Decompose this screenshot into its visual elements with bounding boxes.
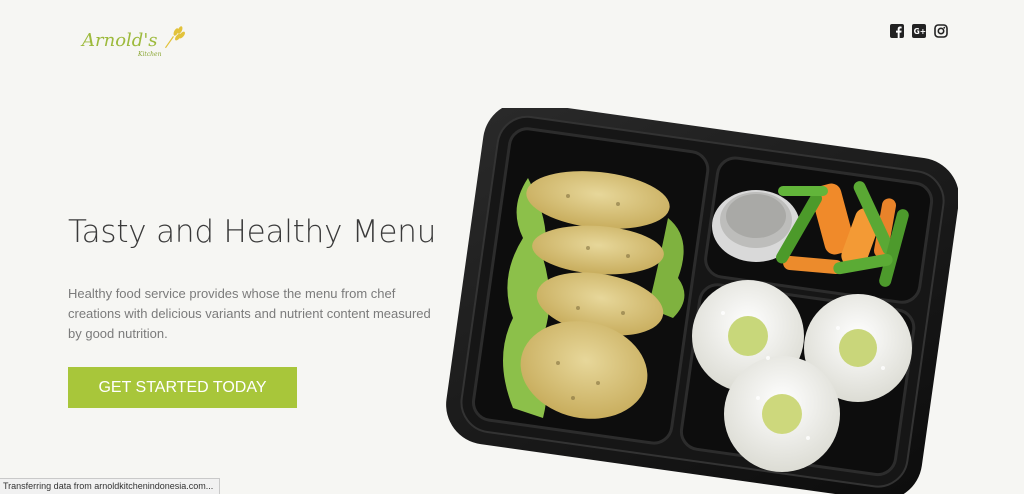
svg-text:G+: G+ bbox=[913, 27, 925, 36]
social-links: G+ bbox=[889, 23, 948, 38]
brand-logo[interactable]: Arnold's Kitchen bbox=[80, 22, 190, 60]
status-bar: Transferring data from arnoldkitchenindo… bbox=[0, 478, 221, 494]
instagram-icon[interactable] bbox=[933, 23, 948, 38]
facebook-icon[interactable] bbox=[889, 23, 904, 38]
hero-description: Healthy food service provides whose the … bbox=[68, 286, 431, 341]
logo-graphic: Arnold's Kitchen bbox=[80, 26, 185, 58]
logo-text: Arnold's bbox=[80, 30, 158, 51]
hero-title: Tasty and Healthy Menu bbox=[68, 214, 437, 250]
wheat-icon bbox=[164, 26, 185, 49]
logo-subtext: Kitchen bbox=[137, 51, 162, 58]
get-started-button[interactable]: GET STARTED TODAY bbox=[68, 367, 297, 408]
google-plus-icon[interactable]: G+ bbox=[911, 23, 926, 38]
hero-food-image bbox=[438, 108, 958, 494]
